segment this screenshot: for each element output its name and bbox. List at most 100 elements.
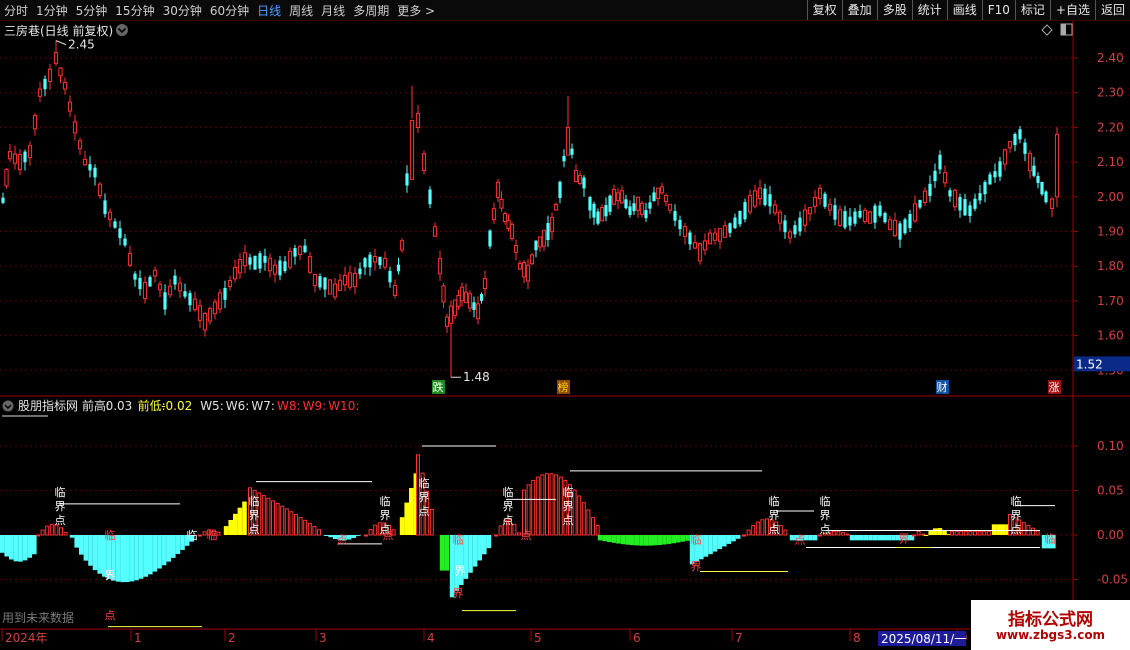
candle-body-up [812, 197, 818, 207]
marker-char: 点 [769, 523, 780, 536]
toolbar-button-4[interactable]: 画线 [946, 0, 982, 20]
histogram-bar [356, 535, 361, 536]
histogram-bar [923, 535, 929, 536]
candle-body-up [1007, 141, 1013, 149]
histogram-bar [778, 525, 783, 536]
candle-body-down [43, 78, 47, 90]
marker-char: 界 [55, 500, 66, 513]
candle-body-up [525, 264, 531, 282]
period-toolbar: 分时 1分钟 5分钟 15分钟 30分钟 60分钟 日线 周线 月线 多周期 更多 > 复权 叠加 多股… [0, 0, 1130, 21]
period-6[interactable]: 日线 [253, 2, 285, 19]
candle-body-down [738, 210, 742, 225]
low-label: 1.48 [463, 370, 490, 384]
candle-body-down [293, 248, 297, 257]
candle-body-down [673, 211, 677, 221]
toolbar-button-8[interactable]: 返回 [1094, 0, 1130, 20]
histogram-bar [760, 519, 765, 536]
candle-body-down [183, 291, 187, 297]
histogram-bar [22, 535, 28, 561]
toolbar-button-3[interactable]: 统计 [911, 0, 947, 20]
histogram-bar [138, 535, 144, 579]
histogram-bar [351, 535, 356, 538]
toolbar-button-7[interactable]: +自选 [1049, 0, 1095, 20]
period-7[interactable]: 周线 [285, 2, 317, 19]
period-4[interactable]: 30分钟 [159, 2, 206, 19]
candle-body-down [163, 292, 167, 310]
candle-body-up [232, 266, 238, 280]
candle-body-up [17, 154, 23, 171]
candle-body-down [644, 210, 648, 219]
candle-body-down [472, 302, 476, 310]
period-3[interactable]: 15分钟 [111, 2, 158, 19]
candle-body-up [372, 256, 378, 263]
indicator-item-label: W9: [303, 399, 327, 413]
histogram-bar [577, 495, 582, 536]
candle-body-down [604, 205, 608, 217]
candle-body-down [396, 264, 401, 272]
indicator-axis-label: 0.05 [1097, 484, 1124, 498]
histogram-bar [1001, 524, 1006, 535]
title-dropdown-icon[interactable] [116, 24, 128, 36]
toolbar-button-2[interactable]: 多股 [876, 0, 912, 20]
candle-body-up [53, 52, 59, 64]
histogram-bar [602, 535, 607, 542]
marker-char: 界 [1011, 509, 1022, 522]
histogram-bar [625, 535, 630, 545]
time-axis-label: 3 [319, 631, 327, 645]
candle-body-up [807, 207, 813, 215]
histogram-bar [368, 529, 373, 536]
period-1[interactable]: 1分钟 [32, 2, 72, 19]
candle-body-down [488, 230, 492, 247]
event-tag[interactable]: 涨 [1049, 381, 1060, 394]
time-axis-label: 5 [534, 631, 542, 645]
histogram-bar [751, 525, 756, 536]
histogram-bar [157, 535, 162, 569]
candle-body-down [783, 220, 787, 233]
toolbar-button-5[interactable]: F10 [981, 0, 1015, 20]
period-2[interactable]: 5分钟 [72, 2, 112, 19]
histogram-bar [92, 535, 98, 571]
histogram-bar [755, 521, 760, 536]
candle-body-down [1036, 175, 1040, 183]
event-tag[interactable]: 跌 [433, 380, 444, 394]
histogram-bar [486, 535, 492, 549]
candle-body-up [475, 303, 481, 320]
candle-body-up [12, 153, 18, 164]
event-tag[interactable]: 榜 [558, 380, 569, 394]
histogram-bar [968, 530, 973, 536]
marker-char: 临 [249, 494, 260, 508]
candle-body-up [1054, 133, 1060, 198]
candle-body-up [549, 216, 555, 233]
indicator-dropdown-icon[interactable] [2, 400, 14, 412]
histogram-bar [845, 533, 850, 536]
candle-body-up [1049, 198, 1055, 209]
candle-body-up [392, 285, 398, 296]
event-tag[interactable]: 财 [937, 380, 948, 394]
histogram-bar [228, 519, 233, 535]
period-5[interactable]: 60分钟 [206, 2, 253, 19]
toolbar-button-1[interactable]: 叠加 [841, 0, 877, 20]
period-9[interactable]: 多周期 [349, 2, 393, 19]
candle-body-up [463, 291, 469, 304]
candle-body-up [502, 213, 508, 223]
toolbar-button-0[interactable]: 复权 [806, 0, 842, 20]
period-0[interactable]: 分时 [0, 2, 32, 19]
period-10[interactable]: 更多 > [393, 2, 439, 19]
diamond-icon[interactable] [1041, 24, 1053, 36]
histogram-bar [161, 535, 167, 566]
candle-body-down [258, 253, 262, 269]
toolbar-button-6[interactable]: 标记 [1014, 0, 1050, 20]
candle-body-up [659, 186, 665, 194]
indicator-axis-label: -0.05 [1097, 573, 1128, 587]
candle-body-down [993, 171, 997, 178]
candle-body-up [441, 285, 446, 303]
candle-body-down [1, 197, 5, 203]
candle-body-up [207, 308, 213, 322]
candle-body-down [388, 270, 392, 283]
candle-body-up [167, 285, 173, 296]
candle-body-up [467, 293, 473, 309]
price-axis-label: 1.90 [1097, 225, 1124, 239]
kline-chart[interactable]: 2.402.302.202.102.001.901.801.701.601.50… [0, 21, 1130, 650]
period-8[interactable]: 月线 [317, 2, 349, 19]
candle-body-up [635, 196, 641, 211]
